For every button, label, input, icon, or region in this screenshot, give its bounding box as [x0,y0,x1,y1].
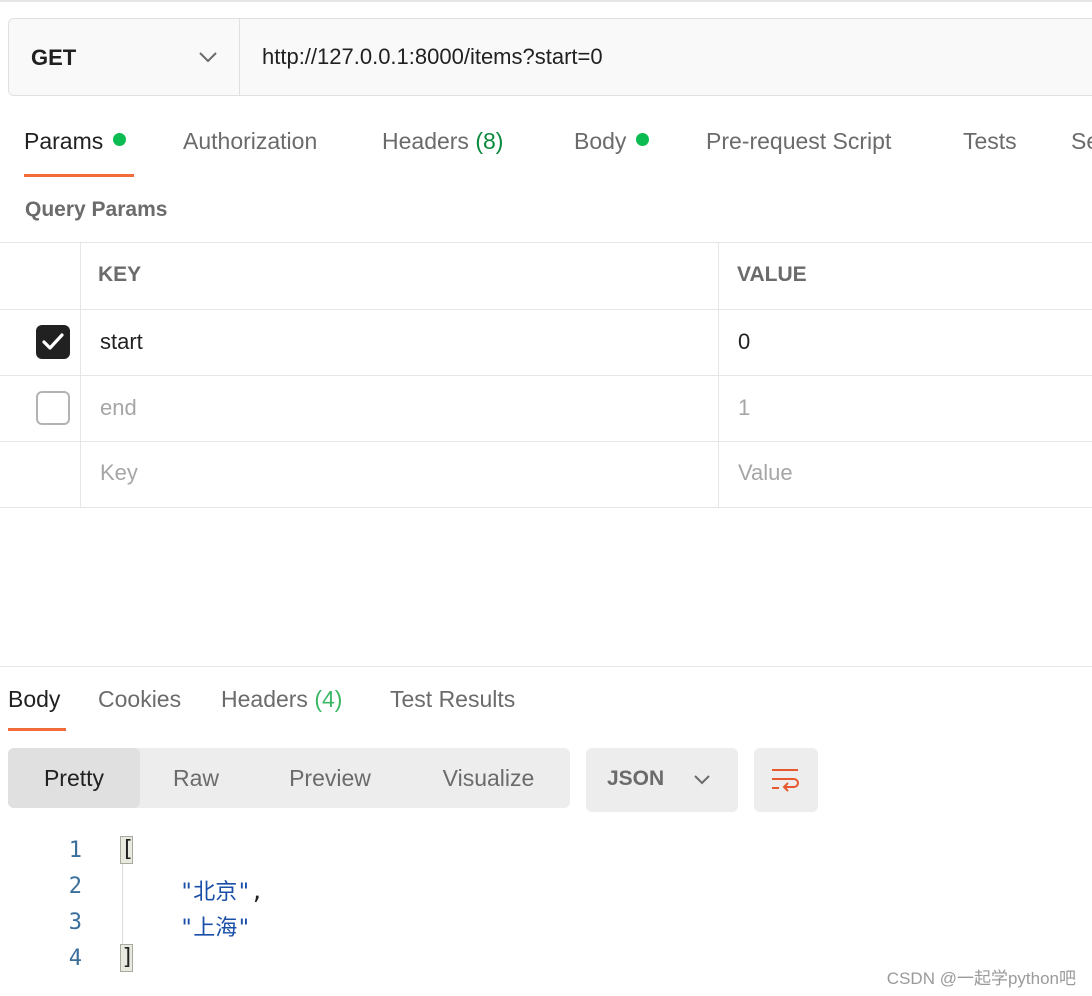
column-header-value: VALUE [737,263,807,286]
tab-pre-request-label: Pre-request Script [706,128,892,154]
param-key-input[interactable]: Key [100,460,138,486]
tab-tests[interactable]: Tests [963,128,1017,155]
format-label: JSON [607,767,665,790]
tab-params-label: Params [24,128,104,154]
response-body-code: 1 2 3 4 [ "北京", "上海" ] [0,832,1092,982]
tab-body[interactable]: Body [574,128,650,155]
method-label: GET [31,45,77,70]
method-select[interactable]: GET [9,19,240,95]
wrap-lines-icon [772,769,799,792]
response-tab-test-results[interactable]: Test Results [390,686,515,713]
view-pretty-button[interactable]: Pretty [8,748,140,808]
line-number: 4 [68,946,82,971]
tab-headers-label: Headers [382,128,469,154]
column-divider [718,242,719,507]
chevron-down-icon [694,775,710,785]
json-string: "北京", [180,874,264,906]
tab-tests-label: Tests [963,128,1017,154]
tab-body-label: Body [574,128,627,154]
response-tabs: Body Cookies Headers (4) Test Results [0,686,1092,726]
response-tab-body-label: Body [8,686,61,712]
view-raw-button[interactable]: Raw [140,748,252,808]
open-bracket: [ [120,836,135,864]
tab-settings[interactable]: Se [1071,128,1092,155]
status-dot [636,133,650,146]
format-select[interactable]: JSON [586,748,738,812]
tab-headers-count: (8) [475,128,504,154]
tab-authorization-label: Authorization [183,128,318,154]
json-string: "上海" [180,910,251,942]
column-divider [80,242,81,507]
column-header-key: KEY [98,263,142,286]
view-mode-group: Pretty Raw Preview Visualize [8,748,570,808]
param-value-end[interactable]: 1 [738,395,750,421]
response-tab-headers-count: (4) [314,686,343,712]
top-border [0,0,1092,2]
wrap-lines-button[interactable] [754,748,818,812]
checkmark-icon [42,333,64,350]
json-string-value: "上海" [180,916,251,941]
json-string-value: "北京" [180,880,251,905]
line-number: 2 [68,874,82,899]
watermark: CSDN @一起学python吧 [886,969,1076,988]
response-tab-cookies-label: Cookies [98,686,182,712]
tab-params[interactable]: Params [24,128,127,155]
table-border [0,375,1092,376]
table-border [0,507,1092,508]
response-tab-headers-label: Headers [221,686,308,712]
line-number: 1 [68,838,82,863]
json-comma: , [250,880,264,905]
response-active-tab-indicator [8,728,66,731]
close-bracket: ] [120,944,135,972]
table-border [0,242,1092,243]
tab-pre-request-script[interactable]: Pre-request Script [706,128,891,155]
param-value-input[interactable]: Value [738,460,793,486]
active-tab-indicator [24,174,134,177]
status-dot [113,133,127,146]
indent-guide [122,860,123,950]
response-tab-test-results-label: Test Results [390,686,516,712]
response-divider [0,666,1092,667]
tab-settings-label: Se [1071,128,1092,154]
tab-authorization[interactable]: Authorization [183,128,317,155]
table-border [0,441,1092,442]
view-visualize-button[interactable]: Visualize [416,748,561,808]
param-key-end[interactable]: end [100,395,137,421]
url-input[interactable]: http://127.0.0.1:8000/items?start=0 [262,44,603,70]
response-tab-headers[interactable]: Headers (4) [221,686,342,713]
request-bar: GET http://127.0.0.1:8000/items?start=0 [8,18,1092,96]
request-tabs: Params Authorization Headers (8) Body Pr… [0,128,1092,180]
query-params-title: Query Params [25,198,168,221]
response-tab-cookies[interactable]: Cookies [98,686,181,713]
tab-headers[interactable]: Headers (8) [382,128,503,155]
param-key-start[interactable]: start [100,329,143,355]
param-value-start[interactable]: 0 [738,329,750,355]
table-border [0,309,1092,310]
row-checkbox-start[interactable] [36,325,70,359]
view-preview-button[interactable]: Preview [266,748,394,808]
row-checkbox-end[interactable] [36,391,70,425]
response-tab-body[interactable]: Body [8,686,60,713]
chevron-down-icon [199,52,217,63]
line-number: 3 [68,910,82,935]
